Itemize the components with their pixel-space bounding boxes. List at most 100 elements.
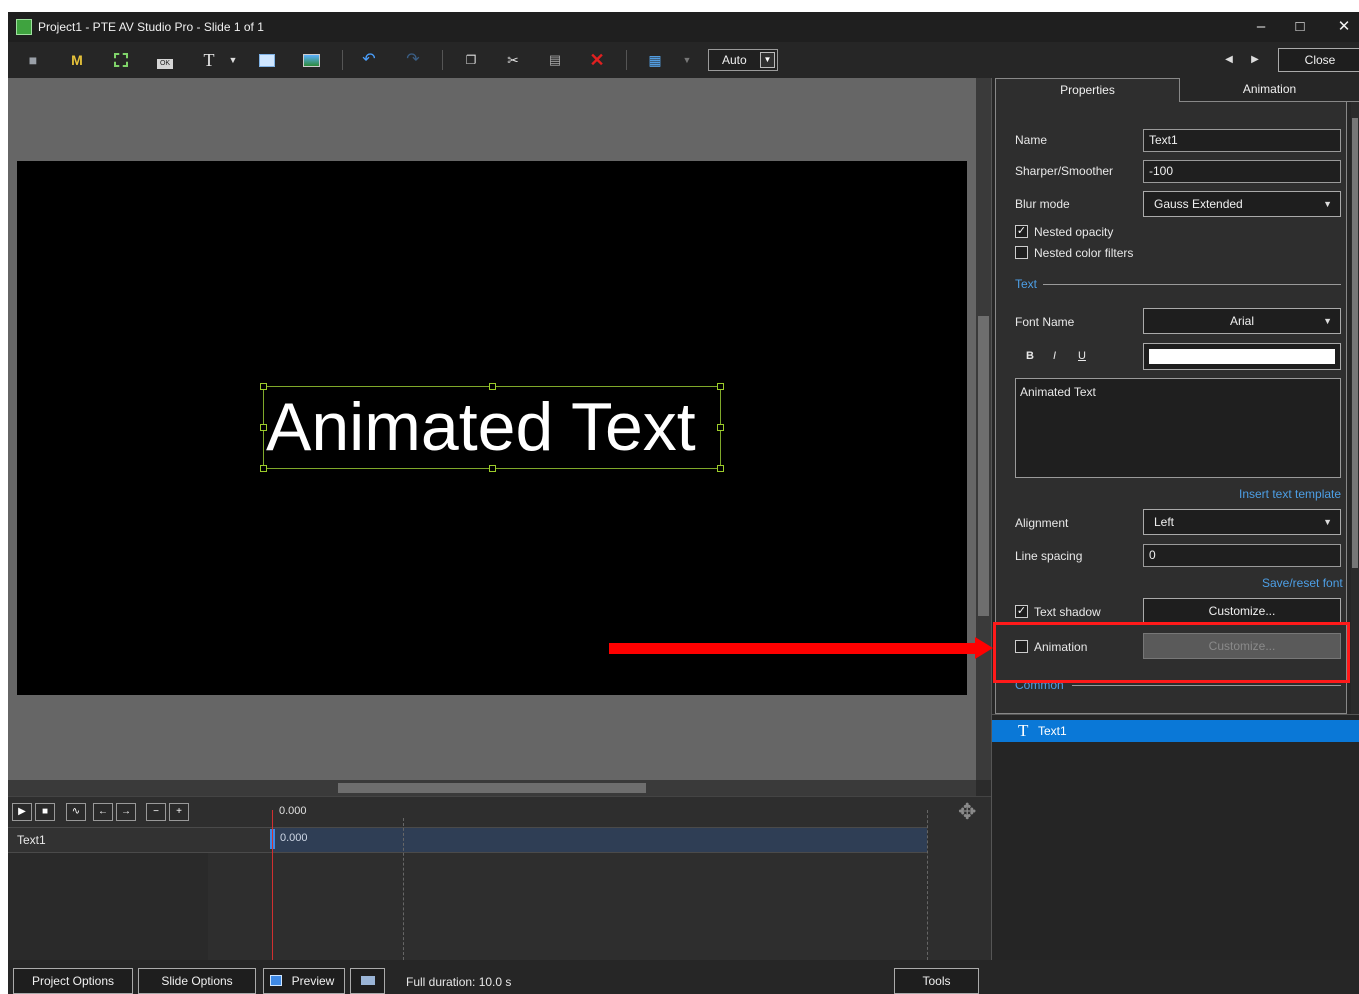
text-shadow-checkbox[interactable]: ✓ [1015, 605, 1028, 618]
italic-button[interactable]: I [1053, 350, 1056, 362]
insert-text-template-link[interactable]: Insert text template [1239, 487, 1341, 501]
window-title: Project1 - PTE AV Studio Pro - Slide 1 o… [38, 20, 264, 34]
text-object[interactable]: Animated Text [260, 383, 724, 472]
line-spacing-label: Line spacing [1015, 549, 1083, 563]
zoom-in-icon[interactable]: + [169, 803, 189, 821]
nested-color-filters-label[interactable]: Nested color filters [1034, 246, 1133, 260]
prev-arrow-icon[interactable]: ◀ [1218, 50, 1240, 70]
resize-handle[interactable] [260, 424, 267, 431]
step-forward-icon[interactable]: → [116, 803, 136, 821]
alignment-select[interactable]: Left ▼ [1143, 509, 1341, 535]
next-arrow-icon[interactable]: ▶ [1244, 50, 1266, 70]
nested-opacity-checkbox[interactable]: ✓ [1015, 225, 1028, 238]
nested-opacity-label[interactable]: Nested opacity [1034, 225, 1113, 239]
button-object-icon[interactable]: OK [154, 50, 176, 70]
timeline-track[interactable]: 0.000 [272, 828, 927, 852]
minimize-button[interactable]: – [1243, 16, 1279, 38]
scrollbar-thumb[interactable] [1352, 118, 1358, 568]
maximize-button[interactable]: □ [1282, 16, 1318, 38]
project-options-button[interactable]: Project Options [13, 968, 133, 994]
full-duration: Full duration: 10.0 s [406, 975, 512, 989]
publish-button[interactable] [350, 968, 385, 994]
tree-item-text1[interactable]: T Text1 [992, 720, 1359, 742]
section-divider [1072, 685, 1341, 686]
timeline-row-time: 0.000 [280, 832, 308, 844]
text-object-icon: T [1018, 721, 1029, 740]
toolbar-separator [442, 50, 443, 70]
text-tool-dropdown-icon[interactable]: ▼ [222, 50, 244, 70]
rectangle-icon[interactable] [256, 50, 278, 70]
title-bar: Project1 - PTE AV Studio Pro - Slide 1 o… [8, 12, 1359, 42]
copy-icon[interactable]: ❐ [460, 50, 482, 70]
slide-options-button[interactable]: Slide Options [138, 968, 256, 994]
timeline-divider [927, 810, 928, 960]
zoom-value: Auto [722, 53, 747, 67]
tools-button[interactable]: Tools [894, 968, 979, 994]
underline-button[interactable]: U [1078, 350, 1086, 362]
annotation-highlight-box [993, 622, 1350, 683]
properties-scrollbar[interactable] [1351, 102, 1359, 714]
delete-icon[interactable]: ✕ [586, 50, 608, 70]
mask-icon[interactable]: M [66, 50, 88, 70]
name-field[interactable]: Text1 [1143, 129, 1341, 152]
step-back-icon[interactable]: ← [93, 803, 113, 821]
chevron-down-icon[interactable]: ▼ [760, 52, 775, 68]
stop-icon[interactable]: ■ [35, 803, 55, 821]
frame-icon[interactable] [110, 50, 132, 70]
undo-icon[interactable]: ↶ [358, 50, 380, 70]
resize-handle[interactable] [489, 465, 496, 472]
text-content-area[interactable]: Animated Text [1015, 378, 1341, 478]
timeline-row-label: Text1 [17, 833, 46, 847]
sharper-smoother-label: Sharper/Smoother [1015, 164, 1114, 178]
resize-handle[interactable] [717, 424, 724, 431]
resize-handle[interactable] [717, 383, 724, 390]
text-shadow-customize-button[interactable]: Customize... [1143, 598, 1341, 624]
close-button[interactable]: Close [1278, 48, 1359, 72]
text-content-value: Animated Text [1020, 385, 1096, 399]
zoom-out-icon[interactable]: − [146, 803, 166, 821]
blur-mode-select[interactable]: Gauss Extended ▼ [1143, 191, 1341, 217]
resize-handle[interactable] [717, 465, 724, 472]
line-spacing-field[interactable]: 0 [1143, 544, 1341, 567]
scrollbar-thumb[interactable] [978, 316, 989, 616]
zoom-select[interactable]: Auto ▼ [708, 49, 778, 71]
cut-icon[interactable]: ✂ [502, 50, 524, 70]
tab-animation[interactable]: Animation [1180, 78, 1359, 102]
resize-handle[interactable] [489, 383, 496, 390]
alignment-value: Left [1154, 515, 1175, 529]
redo-icon[interactable]: ↷ [402, 50, 424, 70]
tab-properties[interactable]: Properties [995, 78, 1180, 102]
toolbar-separator [626, 50, 627, 70]
camera-icon[interactable]: ■ [22, 50, 44, 70]
resize-handle[interactable] [260, 465, 267, 472]
playhead[interactable] [272, 810, 273, 960]
save-reset-font-link[interactable]: Save/reset font [1262, 576, 1343, 590]
section-divider [1043, 284, 1341, 285]
resize-handle[interactable] [260, 383, 267, 390]
toolbar: ■ M OK T ▼ ↶ ↷ ❐ ✂ ▤ ✕ ▦ ▼ Auto ▼ ◀ ▶ Cl… [8, 42, 1359, 78]
move-icon[interactable]: ✥ [958, 799, 976, 825]
nested-color-filters-checkbox[interactable] [1015, 246, 1028, 259]
waveform-icon[interactable]: ∿ [66, 803, 86, 821]
stage-vertical-scrollbar[interactable] [976, 78, 991, 780]
canvas-text: Animated Text [266, 389, 696, 465]
grid-dropdown-icon[interactable]: ▼ [676, 50, 698, 70]
chevron-down-icon: ▼ [1323, 517, 1332, 527]
preview-button[interactable]: Preview [263, 968, 345, 994]
tree-item-label: Text1 [1038, 724, 1067, 738]
stage-horizontal-scrollbar[interactable] [8, 780, 976, 796]
text-shadow-label[interactable]: Text shadow [1034, 605, 1101, 619]
paste-icon[interactable]: ▤ [544, 50, 566, 70]
image-icon[interactable] [300, 50, 322, 70]
text-color-picker[interactable] [1143, 343, 1341, 370]
font-name-select[interactable]: Arial ▼ [1143, 308, 1341, 334]
play-icon[interactable]: ▶ [12, 803, 32, 821]
sharper-smoother-field[interactable]: -100 [1143, 160, 1341, 183]
text-tool-icon[interactable]: T [198, 50, 220, 70]
preview-icon [270, 975, 282, 986]
grid-icon[interactable]: ▦ [644, 50, 666, 70]
window-close-button[interactable]: ✕ [1326, 16, 1359, 38]
annotation-arrow [609, 643, 977, 654]
scrollbar-thumb[interactable] [338, 783, 646, 793]
bold-button[interactable]: B [1026, 350, 1034, 362]
